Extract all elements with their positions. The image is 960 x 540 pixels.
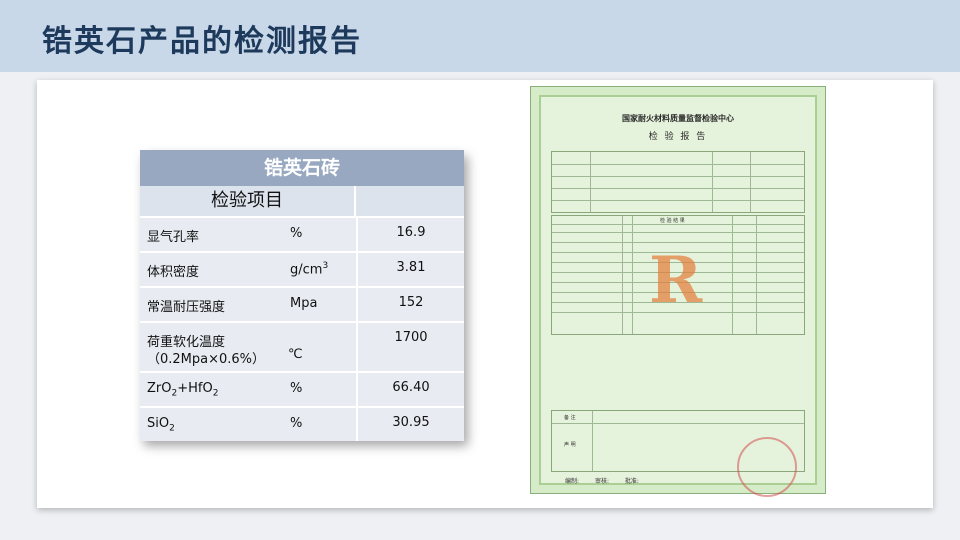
result-section-label: 检 验 结 果 — [660, 218, 685, 224]
row-value: 30.95 — [356, 408, 464, 441]
row-name: 体积密度 — [147, 265, 200, 280]
row-unit-sup: 3 — [322, 261, 329, 271]
row-unit-base: g/cm — [290, 262, 323, 278]
row-name: 显气孔率 — [147, 230, 200, 245]
row-name: ZrO2+HfO2 — [147, 381, 218, 399]
official-seal — [737, 437, 797, 497]
spec-table-header: 检验项目 — [140, 186, 464, 218]
table-row: ZrO2+HfO2 % 66.40 — [140, 373, 464, 408]
header-item: 检验项目 — [140, 186, 356, 216]
watermark-letter: R — [649, 243, 703, 318]
signer-compiler: 编制: — [565, 478, 580, 485]
row-value: 1700 — [356, 323, 464, 371]
row-unit: % — [290, 381, 303, 396]
table-row: 体积密度 g/cm3 3.81 — [140, 253, 464, 288]
spec-table: 锆英石砖 检验项目 显气孔率 % 16.9 体积密度 g/cm3 3.81 常温… — [140, 150, 464, 441]
row-name-a: ZrO — [147, 381, 172, 396]
row-name: 常温耐压强度 — [147, 300, 226, 315]
page-title: 锆英石产品的检测报告 — [42, 24, 362, 59]
table-row: 显气孔率 % 16.9 — [140, 218, 464, 253]
row-name-a: SiO — [147, 416, 170, 431]
row-unit: g/cm3 — [290, 261, 350, 277]
title-bar: 锆英石产品的检测报告 — [0, 0, 960, 72]
row-value: 152 — [356, 288, 464, 321]
row-unit: Mpa — [290, 296, 318, 311]
row-unit: % — [290, 226, 303, 241]
certificate-center-name: 国家耐火材料质量监督检验中心 — [622, 114, 734, 123]
row-value: 66.40 — [356, 373, 464, 406]
certificate-title: 检 验 报 告 — [648, 132, 708, 142]
certificate-info-grid — [551, 151, 805, 213]
signer-approver: 批准: — [624, 478, 639, 485]
table-row: 常温耐压强度 Mpa 152 — [140, 288, 464, 323]
signer-reviewer: 审核: — [594, 478, 609, 485]
remark-label: 备 注 — [564, 415, 576, 421]
statement-label: 声 明 — [564, 442, 576, 448]
row-unit: % — [290, 416, 303, 431]
spec-table-title: 锆英石砖 — [140, 150, 464, 186]
table-row: SiO2 % 30.95 — [140, 408, 464, 441]
table-row: 荷重软化温度 （0.2Mpa×0.6%） ℃ 1700 — [140, 323, 464, 373]
row-name-b: +HfO — [177, 381, 213, 396]
certificate-border: 国家耐火材料质量监督检验中心 检 验 报 告 检 验 结 果 R 备 注 声 明… — [539, 95, 817, 497]
inspection-certificate: 国家耐火材料质量监督检验中心 检 验 报 告 检 验 结 果 R 备 注 声 明… — [530, 86, 826, 497]
row-name-line2: （0.2Mpa×0.6%） — [147, 352, 266, 367]
row-value: 16.9 — [356, 218, 464, 251]
row-name-a-sub: 2 — [169, 423, 175, 434]
row-value: 3.81 — [356, 253, 464, 286]
row-name-b-sub: 2 — [212, 388, 219, 399]
row-name: SiO2 — [147, 416, 175, 434]
row-unit: ℃ — [288, 347, 303, 362]
